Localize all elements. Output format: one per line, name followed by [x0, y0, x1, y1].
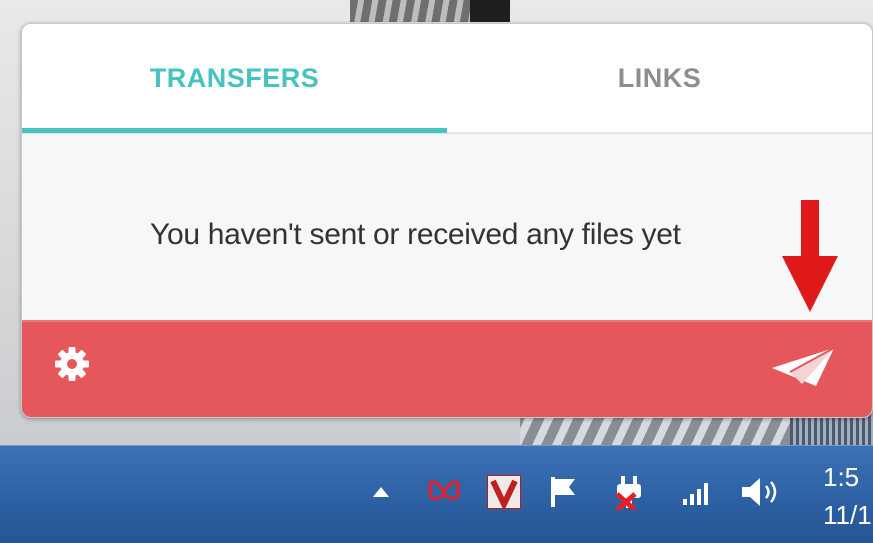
- empty-state: You haven't sent or received any files y…: [22, 134, 872, 320]
- gear-icon[interactable]: [54, 346, 90, 382]
- network-signal-icon[interactable]: [678, 472, 718, 512]
- tab-links[interactable]: LINKS: [447, 24, 872, 132]
- system-clock[interactable]: 1:5 11/1: [823, 458, 872, 534]
- paper-plane-icon[interactable]: [772, 348, 834, 388]
- empty-state-message: You haven't sent or received any files y…: [150, 218, 681, 251]
- clock-time: 1:5: [823, 462, 860, 492]
- clock-date: 11/1: [823, 500, 872, 530]
- windows-taskbar: 1:5 11/1: [0, 445, 873, 543]
- action-center-flag-icon[interactable]: [544, 472, 584, 512]
- popup-footer: [22, 320, 872, 417]
- butterfly-icon[interactable]: [422, 472, 466, 512]
- power-plug-icon[interactable]: [610, 472, 650, 512]
- transfer-popup: TRANSFERS LINKS You haven't sent or rece…: [21, 23, 873, 418]
- tab-transfers[interactable]: TRANSFERS: [22, 24, 447, 132]
- red-arrow-down-icon: [782, 200, 838, 312]
- active-tab-indicator: [22, 128, 447, 133]
- v-app-icon[interactable]: [484, 472, 524, 512]
- tab-bar: TRANSFERS LINKS: [22, 24, 872, 134]
- volume-icon[interactable]: [737, 472, 787, 512]
- desktop-wallpaper-detail: [470, 0, 510, 22]
- show-hidden-icons-arrow-icon[interactable]: [368, 472, 394, 512]
- desktop-wallpaper-detail: [350, 0, 470, 22]
